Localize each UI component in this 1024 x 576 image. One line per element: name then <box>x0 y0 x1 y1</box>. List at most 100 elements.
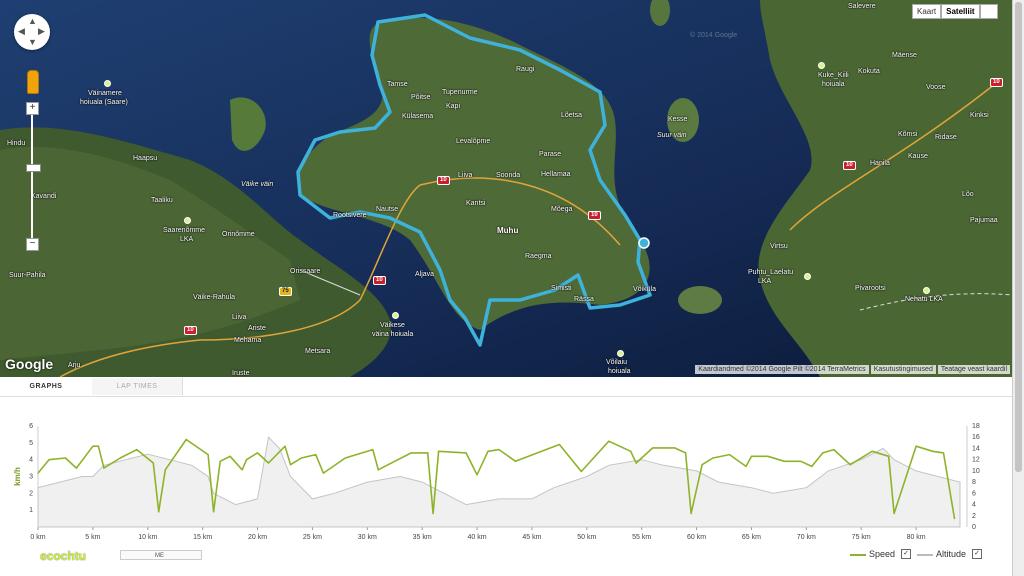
route-start-marker <box>638 237 650 249</box>
poi-marker[interactable] <box>923 287 930 294</box>
poi-marker[interactable] <box>392 312 399 319</box>
zoom-slider-handle[interactable] <box>26 164 41 172</box>
speed-point <box>158 511 160 513</box>
map-label: Nehatu LKA <box>905 296 943 303</box>
speed-point <box>630 450 632 452</box>
speed-point <box>92 445 94 447</box>
map-label: Võiküla <box>633 286 656 293</box>
speed-point <box>822 452 824 454</box>
x-tick-label: 20 km <box>248 534 267 541</box>
google-logo: Google <box>5 356 54 372</box>
map-label: Külasema <box>402 113 434 120</box>
poi-marker[interactable] <box>617 350 624 357</box>
altitude-checkbox[interactable]: ✓ <box>972 549 983 559</box>
speed-point <box>256 452 259 454</box>
speed-point <box>344 457 346 459</box>
y-right-tick-label: 0 <box>972 524 976 531</box>
speed-checkbox[interactable]: ✓ <box>901 549 912 559</box>
map-type-control: Kaart Satelliit <box>912 4 998 19</box>
poi-marker[interactable] <box>818 62 825 69</box>
speed-point <box>48 459 50 461</box>
y-right-tick-label: 16 <box>972 434 980 441</box>
map-label: Taaliku <box>151 197 173 204</box>
map-label: Suur väin <box>657 132 687 139</box>
zoom-control[interactable]: + − <box>26 102 41 252</box>
speed-point <box>267 462 270 464</box>
zoom-out-button[interactable]: − <box>26 238 39 251</box>
map-label: Saarenõmme <box>163 227 206 234</box>
legend-speed-label: Speed <box>869 549 896 559</box>
speed-point <box>315 454 317 456</box>
map-label: Rässa <box>574 296 594 303</box>
map-label: Salevere <box>848 3 876 10</box>
map-label: Mehama <box>234 337 262 344</box>
map-type-satellite-button[interactable]: Satelliit <box>941 4 980 19</box>
map-label: Kantsi <box>466 200 486 207</box>
speed-point <box>728 454 731 456</box>
road-shield: 10 <box>588 211 601 220</box>
street-view-pegman-icon[interactable] <box>27 70 39 94</box>
speed-altitude-chart[interactable]: 0 km 5 km 10 km 15 km 20 km 25 km 30 km 35 km 40… <box>0 410 1005 550</box>
x-tick-label: 25 km <box>303 534 322 541</box>
speed-point <box>427 452 429 454</box>
map-label: Arju <box>68 362 81 369</box>
pan-left-icon[interactable]: ◀ <box>18 27 25 36</box>
terms-link[interactable]: Kasutustingimused <box>870 365 936 374</box>
scrollbar-thumb[interactable] <box>1015 2 1022 472</box>
speed-point <box>136 449 138 451</box>
range-selector[interactable]: ME <box>120 550 202 560</box>
map-label: Muhu <box>497 226 519 235</box>
map-label: Nautse <box>376 206 399 213</box>
speed-point <box>377 469 379 471</box>
map-type-map-button[interactable]: Kaart <box>912 4 942 19</box>
pan-down-icon[interactable]: ▼ <box>28 38 37 47</box>
speed-point <box>811 465 813 467</box>
y-right-tick-label: 8 <box>972 479 976 486</box>
report-error-link[interactable]: Teatage veast kaardil <box>937 365 1010 374</box>
x-tick-label: 10 km <box>138 534 157 541</box>
speed-point <box>580 470 582 473</box>
speed-point <box>915 445 917 447</box>
fullscreen-icon[interactable] <box>979 4 998 19</box>
pan-control[interactable]: ▲ ▼ ◀ ▶ <box>14 14 50 50</box>
road-shield: 10 <box>843 161 856 170</box>
tab-graphs[interactable]: GRAPHS <box>0 378 93 395</box>
tab-lap-times[interactable]: LAP TIMES <box>92 378 183 395</box>
map-label: LKA <box>180 236 194 243</box>
map-label: Põitse <box>411 94 431 101</box>
x-tick-label: 60 km <box>687 534 706 541</box>
speed-point <box>284 445 286 447</box>
map-label: Metsara <box>305 348 331 355</box>
poi-marker[interactable] <box>104 80 111 87</box>
satellite-map[interactable]: Salevere Mäense Kuke_Kiili hoiuala Kokut… <box>0 0 1012 377</box>
pan-right-icon[interactable]: ▶ <box>38 27 45 36</box>
map-label: Voose <box>926 84 946 91</box>
attribution-text: Kaardiandmed ©2014 Google Pilt ©2014 Ter… <box>695 365 869 374</box>
speed-point <box>849 464 851 466</box>
chart-legend: Speed ✓ Altitude ✓ <box>850 549 983 559</box>
speed-point <box>432 512 434 515</box>
page-scrollbar[interactable] <box>1012 0 1024 576</box>
x-tick-label: 5 km <box>85 534 100 541</box>
poi-marker[interactable] <box>804 273 811 280</box>
speed-point <box>207 454 209 456</box>
y-right-tick-label: 10 <box>972 468 980 475</box>
y-left-tick-label: 3 <box>29 474 33 481</box>
speed-point <box>800 460 802 462</box>
legend-swatch <box>917 553 934 556</box>
x-tick-label: 0 km <box>30 534 45 541</box>
pan-up-icon[interactable]: ▲ <box>28 17 37 26</box>
zoom-slider-track[interactable] <box>31 112 33 242</box>
y-left-tick-label: 6 <box>29 423 33 430</box>
speed-point <box>64 457 66 459</box>
graph-tabs: GRAPHS LAP TIMES <box>0 378 1012 397</box>
poi-marker[interactable] <box>184 217 191 224</box>
y-right-tick-label: 14 <box>972 445 980 452</box>
map-label: hoiuala <box>608 368 631 375</box>
zoom-in-button[interactable]: + <box>26 102 39 115</box>
map-label: Parase <box>539 151 562 158</box>
map-label: Hindu <box>7 140 26 147</box>
map-attribution: Kaardiandmed ©2014 Google Pilt ©2014 Ter… <box>695 365 1010 374</box>
speed-point <box>514 460 517 462</box>
map-label: Võilaiu <box>606 359 628 366</box>
